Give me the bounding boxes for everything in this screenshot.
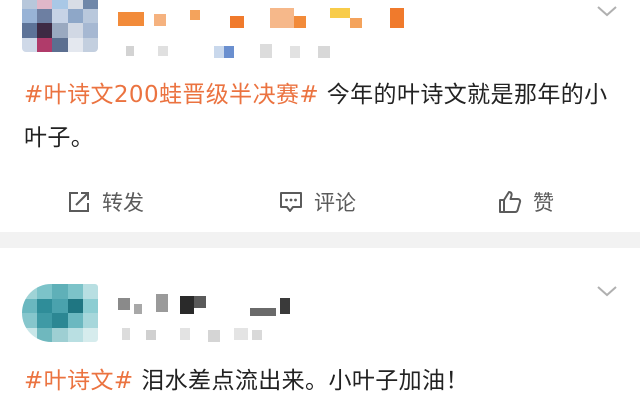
post-card: #叶诗文200蛙晋级半决赛# 今年的叶诗文就是那年的小叶子。 转发 评论 赞	[0, 0, 640, 232]
avatar[interactable]	[22, 0, 98, 52]
topic-link[interactable]: #叶诗文200蛙晋级半决赛#	[24, 82, 319, 108]
like-icon	[499, 191, 522, 213]
post-text: #叶诗文200蛙晋级半决赛# 今年的叶诗文就是那年的小叶子。	[24, 74, 624, 160]
topic-link[interactable]: #叶诗文#	[24, 368, 134, 394]
post-meta-censored	[118, 44, 348, 58]
post-text: #叶诗文# 泪水差点流出来。小叶子加油！	[24, 360, 624, 403]
post-separator	[0, 232, 640, 248]
comment-icon	[280, 192, 302, 212]
comment-label: 评论	[314, 191, 356, 215]
repost-button[interactable]: 转发	[66, 186, 144, 218]
chevron-down-icon[interactable]	[596, 284, 618, 298]
repost-icon	[69, 192, 89, 212]
comment-button[interactable]: 评论	[278, 186, 356, 218]
username-censored[interactable]	[118, 6, 418, 28]
chevron-down-icon[interactable]	[596, 4, 618, 18]
avatar[interactable]	[22, 284, 98, 342]
repost-label: 转发	[102, 191, 144, 215]
like-label: 赞	[533, 191, 554, 215]
like-button[interactable]: 赞	[497, 186, 554, 218]
post-body: 泪水差点流出来。小叶子加油！	[133, 368, 469, 394]
username-censored[interactable]	[118, 294, 318, 316]
post-meta-censored	[118, 328, 268, 342]
